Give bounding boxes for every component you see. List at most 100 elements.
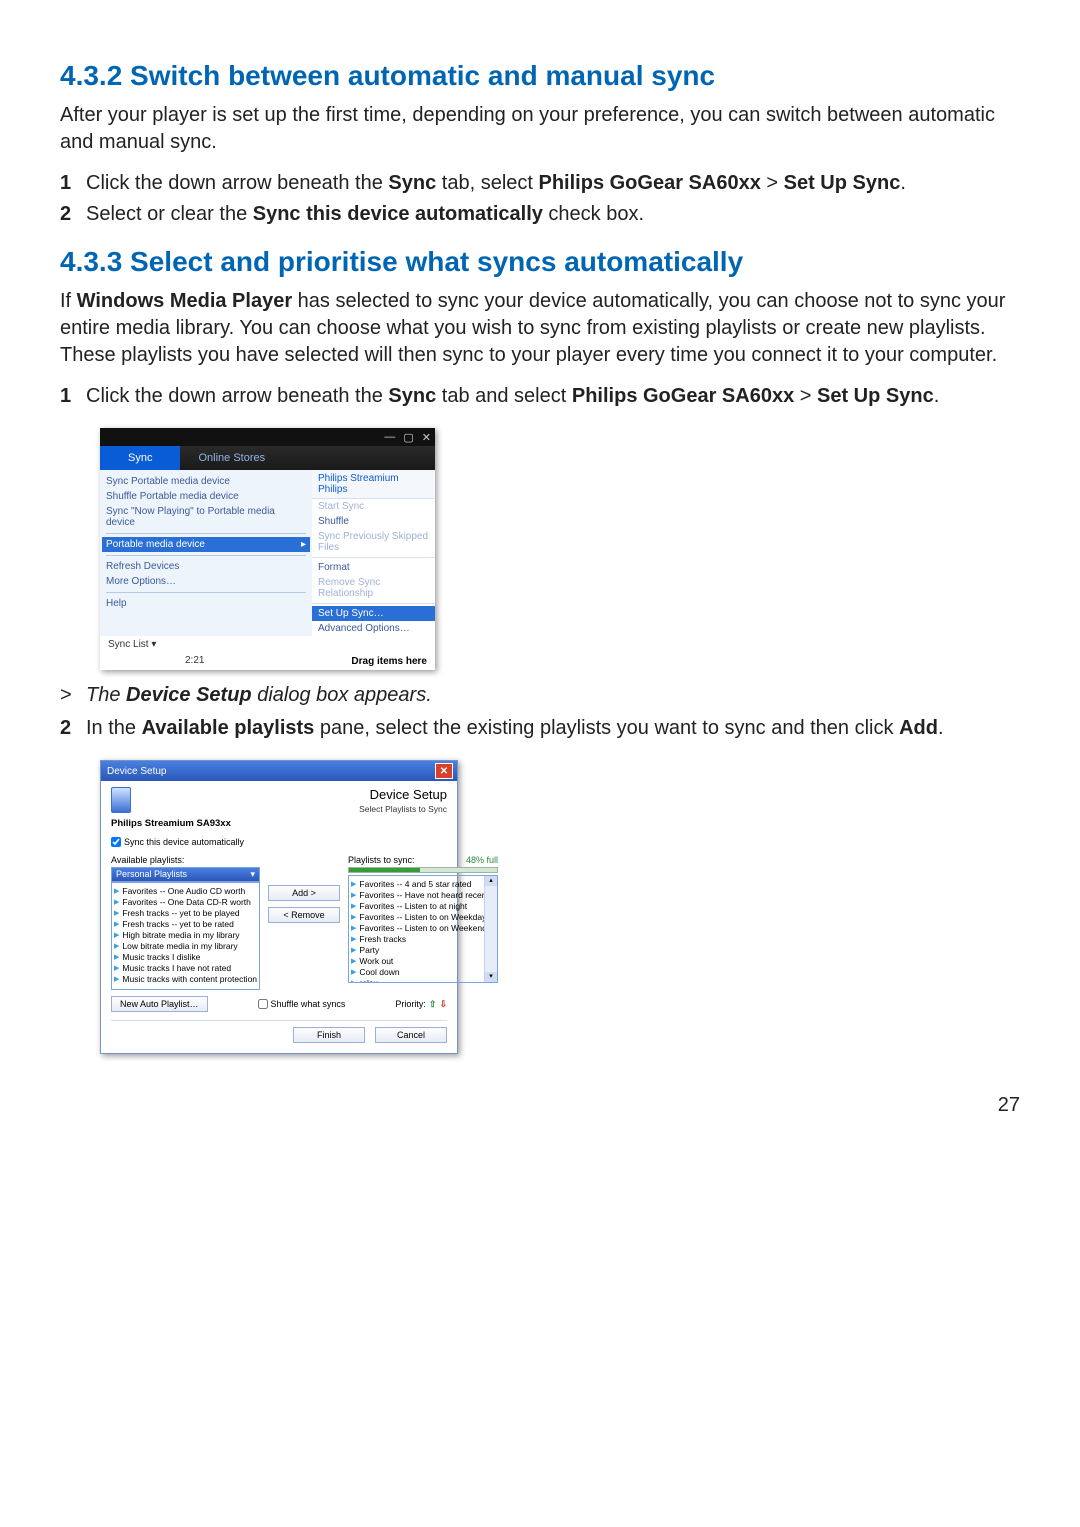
device-icon	[111, 787, 131, 813]
list-item[interactable]: ▶Fresh tracks	[351, 933, 495, 944]
step-number: 2	[60, 201, 86, 228]
device-header: Philips Streamium Philips	[312, 470, 435, 499]
list-item[interactable]: ▶Work out	[351, 955, 495, 966]
tab-sync[interactable]: Sync	[100, 446, 180, 470]
step-text: Click the down arrow beneath the Sync ta…	[86, 170, 1020, 197]
cancel-button[interactable]: Cancel	[375, 1027, 447, 1043]
new-auto-playlist-button[interactable]: New Auto Playlist…	[111, 996, 208, 1012]
play-icon: ▶	[351, 957, 356, 965]
menu-item[interactable]: More Options…	[106, 574, 306, 589]
checkbox-icon[interactable]	[258, 999, 268, 1009]
menu-item[interactable]: Shuffle Portable media device	[106, 489, 306, 504]
device-name: Philips Streamium SA93xx	[111, 818, 447, 829]
close-icon[interactable]: ✕	[422, 431, 431, 444]
list-item[interactable]: ▶Fresh tracks -- yet to be rated	[114, 918, 257, 929]
page-number: 27	[60, 1094, 1020, 1117]
dialog-title: Device Setup	[107, 766, 166, 777]
menu-item[interactable]: Help	[106, 596, 306, 611]
play-icon: ▶	[114, 964, 119, 972]
list-item[interactable]: ▶Music tracks with content protection	[114, 973, 257, 984]
sync-playlists-list[interactable]: ▶Favorites -- 4 and 5 star rated▶Favorit…	[348, 875, 498, 983]
sync-list-dropdown[interactable]: Sync List ▾	[108, 639, 156, 650]
heading-432: 4.3.2 Switch between automatic and manua…	[60, 60, 1020, 92]
add-button[interactable]: Add >	[268, 885, 340, 901]
capacity-label: 48% full	[466, 855, 498, 867]
scrollbar[interactable]: ▴ ▾	[484, 876, 497, 982]
finish-button[interactable]: Finish	[293, 1027, 365, 1043]
list-item[interactable]: ▶Fresh tracks -- yet to be played	[114, 907, 257, 918]
menu-item[interactable]: Sync Portable media device	[106, 474, 306, 489]
list-item[interactable]: ▶Favorites -- Listen to on Weekends	[351, 922, 495, 933]
play-icon: ▶	[114, 931, 119, 939]
step-text: Select or clear the Sync this device aut…	[86, 201, 1020, 228]
step-text: In the Available playlists pane, select …	[86, 715, 1020, 742]
list-item[interactable]: ▶Favorites -- One Data CD-R worth	[114, 896, 257, 907]
sync-label: Playlists to sync:	[348, 855, 415, 865]
scroll-up-icon[interactable]: ▴	[485, 876, 497, 886]
menu-item[interactable]: Advanced Options…	[312, 621, 435, 636]
menu-item[interactable]: Refresh Devices	[106, 559, 306, 574]
step-number: 1	[60, 170, 86, 197]
play-icon: ▶	[114, 953, 119, 961]
steps-432: 1 Click the down arrow beneath the Sync …	[60, 170, 1020, 228]
list-item[interactable]: ▶relax	[351, 977, 495, 983]
priority-up-icon[interactable]: ⇧	[429, 999, 437, 1010]
list-item[interactable]: ▶Favorites -- 4 and 5 star rated	[351, 878, 495, 889]
dialog-heading: Device Setup	[359, 787, 447, 802]
list-item[interactable]: ▶Music tracks I dislike	[114, 951, 257, 962]
list-item[interactable]: ▶Favorites -- Listen to on Weekdays	[351, 911, 495, 922]
menu-item[interactable]: Shuffle	[312, 514, 435, 529]
priority-controls: Priority: ⇧ ⇩	[395, 999, 447, 1010]
list-item[interactable]: ▶Favorites -- One Audio CD worth	[114, 885, 257, 896]
chevron-down-icon: ▾	[251, 869, 256, 880]
screenshot-device-setup: Device Setup ✕ Device Setup Select Playl…	[100, 760, 458, 1054]
play-icon: ▶	[351, 946, 356, 954]
play-icon: ▶	[114, 975, 119, 983]
step-text: Click the down arrow beneath the Sync ta…	[86, 383, 1020, 410]
play-icon: ▶	[114, 920, 119, 928]
list-item[interactable]: ▶Cool down	[351, 966, 495, 977]
checkbox-icon[interactable]	[111, 837, 121, 847]
step-number: 1	[60, 383, 86, 410]
list-item[interactable]: ▶Favorites -- Listen to at night	[351, 900, 495, 911]
menu-item[interactable]: Sync "Now Playing" to Portable media dev…	[106, 504, 306, 530]
list-item[interactable]: ▶Party	[351, 944, 495, 955]
list-item[interactable]: ▶Music tracks I have not rated	[114, 962, 257, 973]
play-icon: ▶	[351, 924, 356, 932]
available-playlists-list[interactable]: ▶Favorites -- One Audio CD worth▶Favorit…	[111, 882, 260, 990]
play-icon: ▶	[114, 909, 119, 917]
play-icon: ▶	[351, 979, 356, 984]
window-controls: — ▢ ✕	[100, 428, 435, 446]
available-label: Available playlists:	[111, 855, 260, 865]
menu-item-setup-sync[interactable]: Set Up Sync…	[312, 606, 435, 621]
capacity-bar	[348, 867, 498, 873]
menu-item: Remove Sync Relationship	[312, 575, 435, 601]
screenshot-sync-menu: — ▢ ✕ Sync Online Stores Sync Portable m…	[100, 428, 435, 670]
list-item[interactable]: ▶Favorites -- Have not heard recently	[351, 889, 495, 900]
steps-433a: 1 Click the down arrow beneath the Sync …	[60, 383, 1020, 410]
play-icon: ▶	[351, 902, 356, 910]
playlist-category-dropdown[interactable]: Personal Playlists▾	[111, 867, 260, 882]
sync-auto-checkbox[interactable]: Sync this device automatically	[111, 837, 447, 847]
result-line: > The Device Setup dialog box appears.	[60, 684, 1020, 707]
play-icon: ▶	[351, 968, 356, 976]
list-item[interactable]: ▶High bitrate media in my library	[114, 929, 257, 940]
shuffle-checkbox[interactable]: Shuffle what syncs	[258, 999, 346, 1009]
menu-item-portable-device[interactable]: Portable media device▸	[102, 537, 310, 552]
minimize-icon[interactable]: —	[384, 431, 395, 443]
intro-433: If Windows Media Player has selected to …	[60, 288, 1020, 369]
maximize-icon[interactable]: ▢	[403, 431, 413, 444]
priority-down-icon[interactable]: ⇩	[439, 999, 447, 1010]
list-item[interactable]: ▶Low bitrate media in my library	[114, 940, 257, 951]
remove-button[interactable]: < Remove	[268, 907, 340, 923]
close-icon[interactable]: ✕	[435, 763, 453, 779]
menu-item: Start Sync	[312, 499, 435, 514]
tab-online-stores[interactable]: Online Stores	[180, 446, 283, 470]
play-icon: ▶	[114, 898, 119, 906]
play-icon: ▶	[351, 913, 356, 921]
menu-item[interactable]: Format	[312, 560, 435, 575]
play-icon: ▶	[351, 891, 356, 899]
chevron-right-icon: ▸	[301, 539, 306, 550]
scroll-down-icon[interactable]: ▾	[485, 972, 497, 982]
sync-submenu: Philips Streamium Philips Start Sync Shu…	[312, 470, 435, 636]
